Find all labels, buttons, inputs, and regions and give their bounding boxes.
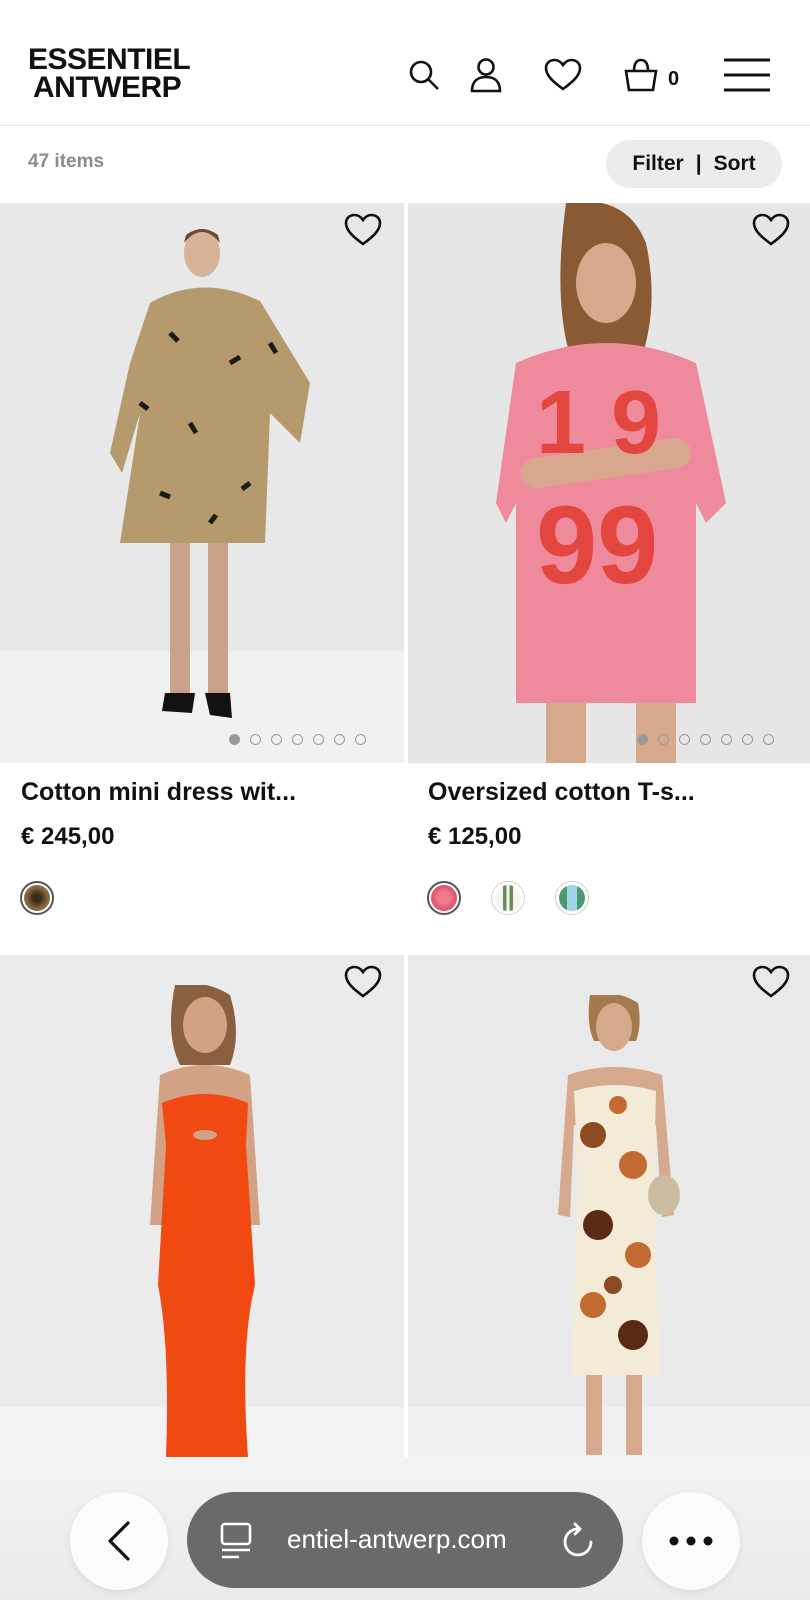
carousel-dot[interactable] — [763, 734, 774, 745]
color-swatch[interactable] — [427, 881, 461, 915]
color-swatch[interactable] — [555, 881, 589, 915]
product-photo-model — [110, 229, 310, 718]
account-icon[interactable] — [467, 56, 505, 94]
carousel-dot[interactable] — [700, 734, 711, 745]
carousel-dot[interactable] — [334, 734, 345, 745]
add-to-wishlist-icon[interactable] — [752, 213, 792, 253]
color-swatch[interactable] — [491, 881, 525, 915]
carousel-dot[interactable] — [271, 734, 282, 745]
logo-line-1: ESSENTIEL — [28, 43, 191, 76]
cart-count: 0 — [668, 68, 680, 90]
carousel-dot[interactable] — [637, 734, 648, 745]
add-to-wishlist-icon[interactable] — [344, 965, 384, 1005]
carousel-dot[interactable] — [355, 734, 366, 745]
image-carousel-dots[interactable] — [229, 734, 366, 745]
address-bar[interactable]: entiel-antwerp.com — [187, 1492, 623, 1588]
brand-logo[interactable]: ESSENTIEL ANTWERP — [28, 43, 191, 104]
product-photo-model — [150, 985, 260, 1457]
filter-label[interactable]: Filter — [632, 152, 683, 176]
filter-sort-button[interactable]: Filter | Sort — [606, 140, 782, 188]
carousel-dot[interactable] — [721, 734, 732, 745]
product-photo-model: 1 9 99 — [496, 203, 726, 763]
search-icon[interactable] — [405, 56, 443, 94]
url-text[interactable]: entiel-antwerp.com — [287, 1524, 507, 1555]
carousel-dot[interactable] — [313, 734, 324, 745]
carousel-dot[interactable] — [229, 734, 240, 745]
product-price: € 125,00 — [428, 823, 522, 850]
more-icon[interactable] — [642, 1492, 740, 1590]
logo-line-2: ANTWERP — [33, 71, 182, 104]
back-icon[interactable] — [70, 1492, 168, 1590]
product-image[interactable] — [0, 955, 404, 1457]
carousel-dot[interactable] — [250, 734, 261, 745]
product-name[interactable]: Oversized cotton T-s... — [428, 778, 695, 807]
product-price: € 245,00 — [21, 823, 115, 850]
add-to-wishlist-icon[interactable] — [752, 965, 792, 1005]
product-image[interactable]: 1 9 99 — [408, 203, 810, 763]
product-image[interactable] — [0, 203, 404, 763]
wishlist-icon[interactable] — [544, 56, 582, 94]
filter-sort-separator: | — [695, 152, 702, 175]
items-count: 47 items — [28, 151, 105, 172]
color-swatch[interactable] — [20, 881, 54, 915]
carousel-dot[interactable] — [292, 734, 303, 745]
color-swatches — [20, 881, 54, 915]
product-name[interactable]: Cotton mini dress wit... — [21, 778, 296, 807]
reload-icon[interactable] — [561, 1522, 597, 1565]
color-swatches — [427, 881, 589, 915]
tabs-icon[interactable] — [219, 1522, 253, 1565]
image-carousel-dots[interactable] — [637, 734, 774, 745]
product-photo-model — [558, 995, 680, 1455]
sort-label[interactable]: Sort — [714, 152, 756, 176]
menu-icon[interactable] — [722, 56, 772, 94]
carousel-dot[interactable] — [679, 734, 690, 745]
svg-text:99: 99 — [536, 484, 658, 607]
site-header: ESSENTIEL ANTWERP 0 — [0, 0, 810, 126]
cart-icon[interactable] — [622, 56, 660, 94]
add-to-wishlist-icon[interactable] — [344, 213, 384, 253]
carousel-dot[interactable] — [742, 734, 753, 745]
svg-text:1 9: 1 9 — [536, 373, 661, 473]
carousel-dot[interactable] — [658, 734, 669, 745]
product-image[interactable] — [408, 955, 810, 1457]
